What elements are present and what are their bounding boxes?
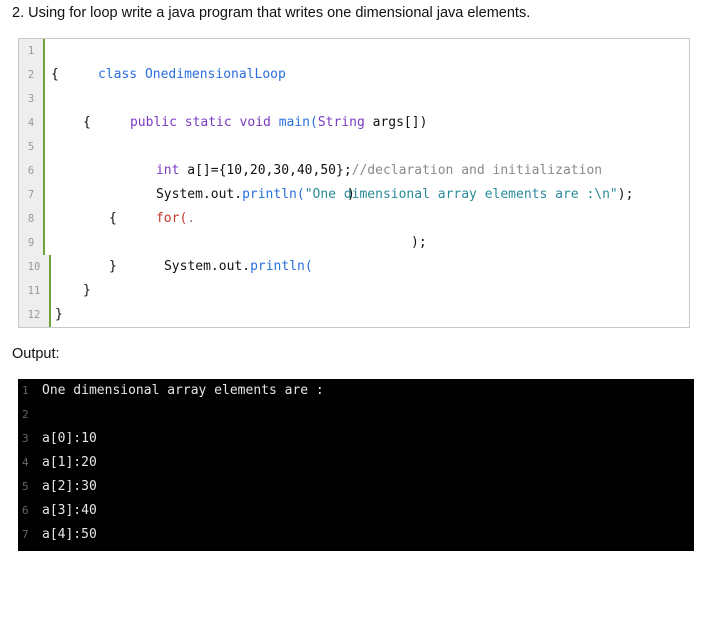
console-text: a[0]:10 [42, 431, 97, 446]
line-number: 2 [19, 63, 45, 87]
code-line: 5 int a[]={10,20,30,40,50};//declaration… [19, 135, 689, 178]
console-line: 7 a[4]:50 [18, 523, 694, 547]
code-line: 7 for(. ) [19, 183, 689, 226]
line-number: 6 [19, 159, 45, 183]
brace: } [55, 307, 63, 322]
brace: { [83, 115, 91, 130]
line-number: 6 [22, 504, 29, 517]
brace: { [109, 211, 117, 226]
line-number: 5 [22, 480, 29, 493]
console-text: a[4]:50 [42, 527, 97, 542]
line-number: 4 [22, 456, 29, 469]
code-line: 3 public static void main(String args[]) [19, 87, 689, 130]
line-number: 7 [19, 183, 45, 207]
code-line: 2 { [19, 63, 689, 87]
code-line: 6 System.out.println("One dimensional ar… [19, 159, 689, 202]
line-number: 5 [19, 135, 45, 159]
code-line: 11 } [19, 279, 689, 303]
console-line: 6 a[3]:40 [18, 499, 694, 523]
line-number: 1 [19, 39, 45, 63]
brace: } [83, 283, 91, 298]
close-paren: ) [347, 187, 355, 202]
console-text: a[3]:40 [42, 503, 97, 518]
console-text: One dimensional array elements are : [42, 383, 324, 398]
output-label: Output: [12, 346, 60, 362]
line-number: 4 [19, 111, 45, 135]
code-line: 9 System.out.println( ); [19, 231, 689, 274]
console-text: a[1]:20 [42, 455, 97, 470]
line-number: 2 [22, 408, 29, 421]
console-line: 4 a[1]:20 [18, 451, 694, 475]
brace: } [109, 259, 117, 274]
line-number: 3 [22, 432, 29, 445]
code-line: 12 } [19, 303, 689, 327]
line-number: 7 [22, 528, 29, 541]
code-line: 4 { [19, 111, 689, 135]
code-editor: 1 class OnedimensionalLoop 2 { 3 public … [18, 38, 690, 328]
console-line: 1 One dimensional array elements are : [18, 379, 694, 403]
console-output: 1 One dimensional array elements are : 2… [18, 379, 694, 551]
code-line: 8 { [19, 207, 689, 231]
line-number: 9 [19, 231, 45, 255]
line-number: 8 [19, 207, 45, 231]
console-text: a[2]:30 [42, 479, 97, 494]
line-number: 12 [19, 303, 51, 327]
statement-end: ); [411, 235, 427, 250]
line-number: 10 [19, 255, 51, 279]
console-line: 2 [18, 403, 694, 427]
line-number: 3 [19, 87, 45, 111]
brace: { [51, 67, 59, 82]
question-text: 2. Using for loop write a java program t… [12, 5, 531, 21]
line-number: 11 [19, 279, 51, 303]
code-line: 1 class OnedimensionalLoop [19, 39, 689, 82]
line-number: 1 [22, 384, 29, 397]
console-line: 5 a[2]:30 [18, 475, 694, 499]
console-line: 3 a[0]:10 [18, 427, 694, 451]
code-line: 10 } [19, 255, 689, 279]
